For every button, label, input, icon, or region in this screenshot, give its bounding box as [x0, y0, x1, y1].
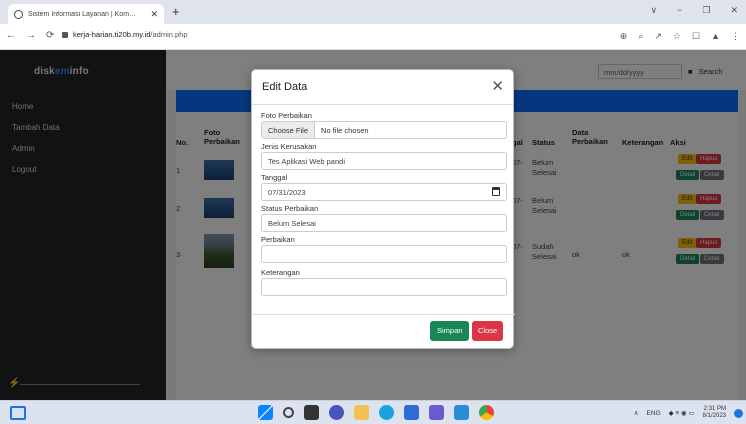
store-icon[interactable] — [404, 405, 419, 420]
navigation-buttons: ← → ⟳ — [6, 30, 54, 41]
share-icon[interactable]: ↗ — [654, 31, 662, 42]
keterangan-input[interactable] — [261, 278, 507, 296]
modal-body: Foto Perbaikan Choose File No file chose… — [261, 110, 507, 298]
zoom-icon[interactable]: ⌕ — [638, 31, 643, 42]
address-bar-icons: ⊕ ⌕ ↗ ☆ ☐ ▲ ⋮ — [620, 31, 740, 42]
simpan-button[interactable]: Simpan — [430, 321, 470, 341]
url-path: /admin.php — [150, 30, 188, 39]
os-taskbar: ∧ ENG ◆ ≡ ◉ ▭ 2:31 PM 8/1/2023 — [0, 400, 746, 424]
system-tray: ∧ ENG ◆ ≡ ◉ ▭ 2:31 PM 8/1/2023 — [634, 406, 726, 420]
edge-icon[interactable] — [379, 405, 394, 420]
task-view-icon[interactable] — [304, 405, 319, 420]
window-controls: ∨ − ❐ ✕ — [651, 5, 738, 16]
clock[interactable]: 2:31 PM 8/1/2023 — [703, 406, 726, 420]
bookmark-star-icon[interactable]: ☆ — [673, 31, 681, 42]
tanggal-label: Tanggal — [261, 173, 288, 182]
browser-tab-bar: Sistem Informasi Layanan | Kom… ✕ + ∨ − … — [0, 0, 746, 24]
start-icon[interactable] — [258, 405, 273, 420]
status-perbaikan-input[interactable]: Belum Selesai — [261, 214, 507, 232]
key-icon[interactable]: ⊕ — [620, 31, 628, 42]
jenis-kerusakan-label: Jenis Kerusakan — [261, 142, 317, 151]
foto-perbaikan-file-input[interactable]: Choose File No file chosen — [261, 121, 507, 139]
modal-footer: Simpan Close — [252, 314, 515, 350]
clock-time: 2:31 PM — [703, 406, 726, 412]
window-close-icon[interactable]: ✕ — [730, 5, 738, 16]
lock-icon — [62, 31, 68, 38]
new-tab-button[interactable]: + — [172, 4, 180, 19]
chat-icon[interactable] — [329, 405, 344, 420]
chrome-icon[interactable] — [479, 405, 494, 420]
browser-tab[interactable]: Sistem Informasi Layanan | Kom… ✕ — [8, 4, 164, 24]
address-bar-row: ← → ⟳ kerja-harian.ti20b.my.id/admin.php… — [0, 24, 746, 50]
jenis-kerusakan-input[interactable]: Tes Aplikasi Web pandi — [261, 152, 507, 170]
file-status-text: No file chosen — [321, 125, 369, 135]
clock-date: 8/1/2023 — [702, 413, 726, 419]
file-explorer-icon[interactable] — [354, 405, 369, 420]
url-field[interactable]: kerja-harian.ti20b.my.id/admin.php — [62, 30, 188, 39]
tab-title: Sistem Informasi Layanan | Kom… — [28, 10, 137, 18]
close-tab-icon[interactable]: ✕ — [150, 9, 158, 20]
tanggal-value: 07/31/2023 — [268, 188, 306, 197]
taskbar-apps — [258, 405, 494, 420]
modal-header: Edit Data ✕ — [252, 70, 513, 105]
search-icon[interactable] — [283, 407, 294, 418]
restore-icon[interactable]: ❐ — [702, 5, 710, 16]
minimize-icon[interactable]: − — [677, 5, 682, 16]
status-perbaikan-label: Status Perbaikan — [261, 204, 319, 213]
perbaikan-input[interactable] — [261, 245, 507, 263]
language-indicator[interactable]: ENG — [647, 410, 661, 417]
mail-icon[interactable] — [454, 405, 469, 420]
sidebar-icon[interactable]: ☐ — [692, 31, 700, 42]
choose-file-button[interactable]: Choose File — [262, 122, 316, 138]
close-icon[interactable]: ✕ — [491, 77, 504, 95]
keterangan-label: Keterangan — [261, 268, 300, 277]
edit-data-modal: Edit Data ✕ Foto Perbaikan Choose File N… — [251, 69, 515, 350]
foto-perbaikan-label: Foto Perbaikan — [261, 111, 312, 120]
network-volume-battery-icons[interactable]: ◆ ≡ ◉ ▭ — [669, 409, 695, 417]
perbaikan-label: Perbaikan — [261, 235, 295, 244]
calendar-icon[interactable] — [492, 187, 500, 196]
tanggal-date-input[interactable]: 07/31/2023 — [261, 183, 507, 201]
menu-icon[interactable]: ⋮ — [731, 31, 740, 42]
tab-search-icon[interactable]: ∨ — [651, 5, 658, 16]
url-host: kerja-harian.ti20b.my.id — [73, 30, 151, 39]
widgets-icon[interactable] — [10, 406, 26, 420]
app-icon[interactable] — [429, 405, 444, 420]
close-button[interactable]: Close — [472, 321, 504, 341]
back-icon[interactable]: ← — [6, 30, 16, 41]
notification-icon[interactable] — [734, 409, 743, 418]
forward-icon[interactable]: → — [26, 30, 36, 41]
reload-icon[interactable]: ⟳ — [46, 30, 54, 41]
globe-icon — [14, 9, 23, 19]
tray-overflow-icon[interactable]: ∧ — [634, 409, 639, 417]
modal-title: Edit Data — [262, 81, 308, 93]
profile-icon[interactable]: ▲ — [711, 31, 720, 42]
